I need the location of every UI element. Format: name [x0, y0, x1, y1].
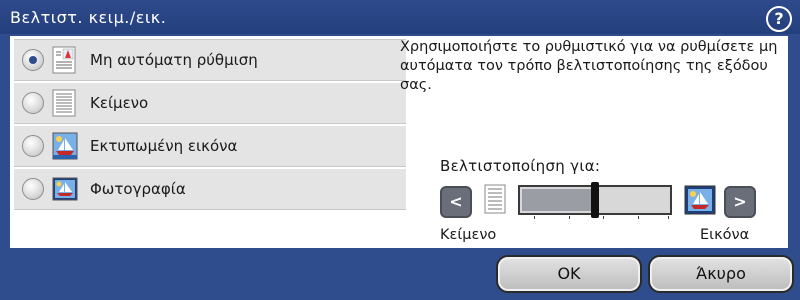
text-document-icon [52, 89, 78, 117]
radio-manual-adjust[interactable] [22, 49, 44, 71]
picture-end-icon [684, 185, 716, 219]
radio-printed-picture[interactable] [22, 135, 44, 157]
text-end-icon [484, 184, 508, 218]
slider-decrease-button[interactable]: < [440, 186, 472, 218]
photograph-icon [52, 175, 78, 203]
slider-fill [522, 189, 595, 211]
option-label-printed-picture: Εκτυπωμένη εικόνα [90, 137, 238, 155]
slider-left-label: Κείμενο [440, 227, 497, 243]
slider-tick [534, 216, 535, 219]
optimization-options-list: Μη αυτόματη ρύθμιση Κείμενο Εκτυπωμένη ε… [14, 39, 406, 212]
slider-right-label: Εικόνα [700, 227, 750, 243]
optimize-for-heading: Βελτιστοποίηση για: [440, 157, 601, 175]
manual-adjust-icon [52, 46, 78, 74]
radio-photograph[interactable] [22, 178, 44, 200]
slider-tick [569, 216, 570, 219]
slider-tick [638, 216, 639, 219]
printed-picture-icon [52, 132, 78, 160]
cancel-button[interactable]: Άκυρο [648, 255, 794, 293]
optimization-slider-group: < > [440, 182, 780, 219]
slider-thumb[interactable] [591, 182, 599, 218]
ok-button[interactable]: OK [496, 255, 642, 293]
dialog-footer: OK Άκυρο [0, 248, 800, 300]
help-icon[interactable]: ? [766, 6, 792, 32]
option-photograph[interactable]: Φωτογραφία [14, 169, 406, 210]
option-text[interactable]: Κείμενο [14, 83, 406, 124]
option-manual-adjust[interactable]: Μη αυτόματη ρύθμιση [14, 39, 406, 81]
content-panel: Μη αυτόματη ρύθμιση Κείμενο Εκτυπωμένη ε… [10, 36, 788, 248]
option-label-manual-adjust: Μη αυτόματη ρύθμιση [90, 51, 258, 69]
dialog-title: Βελτιστ. κειμ./εικ. [10, 8, 167, 27]
option-printed-picture[interactable]: Εκτυπωμένη εικόνα [14, 126, 406, 167]
slider-increase-button[interactable]: > [724, 186, 756, 218]
dialog-window: Βελτιστ. κειμ./εικ. ? Μη αυτόματη ρύθμισ… [0, 0, 800, 300]
description-text: Χρησιμοποιήστε το ρυθμιστικό για να ρυθμ… [400, 39, 778, 93]
slider-tick [603, 216, 604, 219]
title-bar: Βελτιστ. κειμ./εικ. ? [0, 0, 800, 34]
optimization-slider-track[interactable] [518, 182, 672, 218]
option-label-text: Κείμενο [90, 94, 149, 112]
radio-text[interactable] [22, 92, 44, 114]
option-label-photograph: Φωτογραφία [90, 180, 186, 198]
slider-tick [668, 216, 669, 219]
